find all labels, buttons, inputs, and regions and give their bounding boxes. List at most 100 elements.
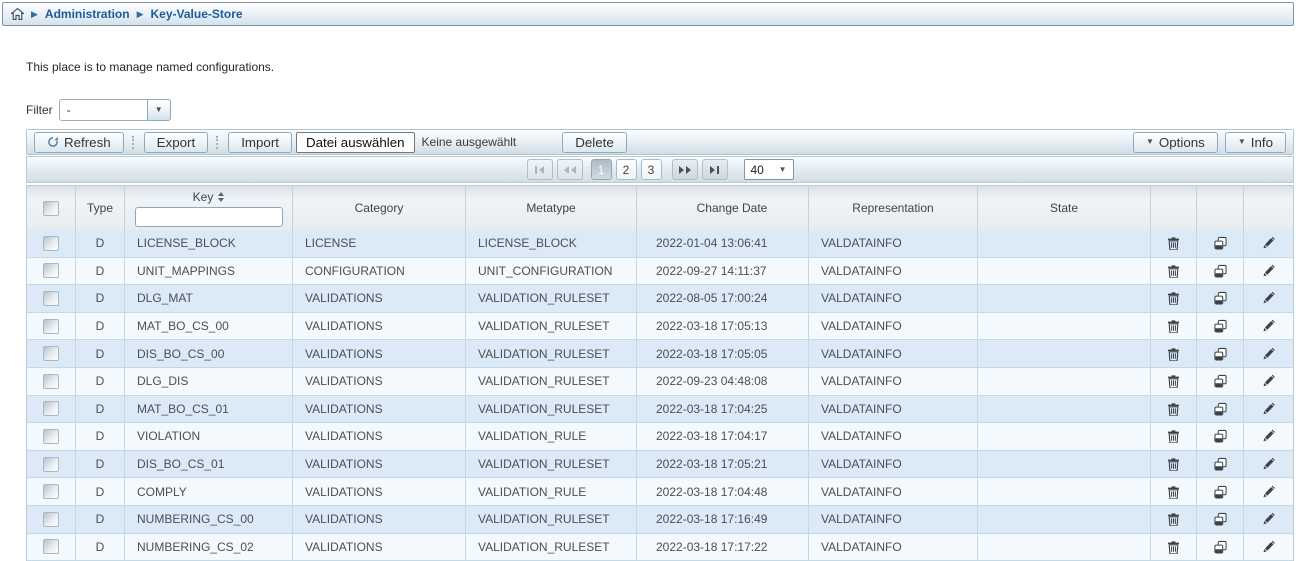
row-checkbox[interactable] bbox=[43, 374, 59, 389]
filter-dropdown-button[interactable]: ▼ bbox=[147, 99, 171, 121]
cell-state bbox=[978, 285, 1151, 312]
next-page-button[interactable] bbox=[672, 159, 698, 180]
trash-icon bbox=[1167, 291, 1180, 305]
cell-type: D bbox=[76, 396, 125, 423]
edit-row-button[interactable] bbox=[1244, 313, 1293, 340]
info-menu-button[interactable]: ▼ Info bbox=[1225, 132, 1286, 153]
delete-row-button[interactable] bbox=[1151, 478, 1197, 505]
row-checkbox[interactable] bbox=[43, 484, 59, 499]
pencil-icon bbox=[1262, 319, 1275, 333]
copy-row-button[interactable] bbox=[1197, 258, 1244, 285]
row-checkbox[interactable] bbox=[43, 401, 59, 416]
delete-row-button[interactable] bbox=[1151, 423, 1197, 450]
edit-row-button[interactable] bbox=[1244, 451, 1293, 478]
row-select-cell bbox=[27, 340, 76, 367]
pencil-icon bbox=[1262, 512, 1275, 526]
delete-row-button[interactable] bbox=[1151, 313, 1197, 340]
copy-row-button[interactable] bbox=[1197, 396, 1244, 423]
edit-row-button[interactable] bbox=[1244, 368, 1293, 395]
home-icon[interactable] bbox=[11, 8, 24, 20]
edit-row-button[interactable] bbox=[1244, 478, 1293, 505]
copy-row-button[interactable] bbox=[1197, 340, 1244, 367]
cell-key: MAT_BO_CS_00 bbox=[125, 313, 293, 340]
cell-category: VALIDATIONS bbox=[293, 285, 466, 312]
cell-metatype: VALIDATION_RULE bbox=[466, 478, 637, 505]
breadcrumb-arrow-icon: ▶ bbox=[31, 10, 38, 19]
table-row: D COMPLY VALIDATIONS VALIDATION_RULE 202… bbox=[27, 478, 1293, 506]
row-checkbox[interactable] bbox=[43, 236, 59, 251]
options-menu-button[interactable]: ▼ Options bbox=[1133, 132, 1218, 153]
copy-icon bbox=[1214, 374, 1227, 388]
import-button[interactable]: Import bbox=[228, 132, 292, 153]
key-filter-input[interactable] bbox=[135, 207, 283, 227]
delete-row-button[interactable] bbox=[1151, 285, 1197, 312]
row-checkbox[interactable] bbox=[43, 346, 59, 361]
row-checkbox[interactable] bbox=[43, 263, 59, 278]
cell-representation: VALDATAINFO bbox=[809, 258, 978, 285]
edit-row-button[interactable] bbox=[1244, 258, 1293, 285]
row-checkbox[interactable] bbox=[43, 291, 59, 306]
delete-row-button[interactable] bbox=[1151, 396, 1197, 423]
filter-dropdown[interactable]: - ▼ bbox=[59, 99, 171, 121]
export-button[interactable]: Export bbox=[144, 132, 209, 153]
toolbar-separator bbox=[216, 136, 220, 149]
delete-row-button[interactable] bbox=[1151, 230, 1197, 257]
row-checkbox[interactable] bbox=[43, 539, 59, 554]
file-choose-button[interactable]: Datei auswählen bbox=[296, 132, 415, 153]
header-key-label[interactable]: Key bbox=[193, 190, 214, 204]
refresh-button[interactable]: Refresh bbox=[34, 132, 124, 153]
filter-dropdown-value: - bbox=[59, 99, 147, 121]
breadcrumb-link-key-value-store[interactable]: Key-Value-Store bbox=[151, 7, 243, 21]
delete-row-button[interactable] bbox=[1151, 258, 1197, 285]
delete-row-button[interactable] bbox=[1151, 368, 1197, 395]
page-button-2[interactable]: 2 bbox=[616, 159, 637, 180]
row-checkbox[interactable] bbox=[43, 429, 59, 444]
row-select-cell bbox=[27, 313, 76, 340]
copy-row-button[interactable] bbox=[1197, 534, 1244, 561]
cell-type: D bbox=[76, 534, 125, 561]
copy-row-button[interactable] bbox=[1197, 423, 1244, 450]
copy-row-button[interactable] bbox=[1197, 368, 1244, 395]
row-checkbox[interactable] bbox=[43, 319, 59, 334]
cell-change-date: 2022-03-18 17:04:17 bbox=[637, 423, 809, 450]
cell-change-date: 2022-03-18 17:04:25 bbox=[637, 396, 809, 423]
edit-row-button[interactable] bbox=[1244, 285, 1293, 312]
delete-row-button[interactable] bbox=[1151, 340, 1197, 367]
cell-key: VIOLATION bbox=[125, 423, 293, 450]
delete-button[interactable]: Delete bbox=[562, 132, 627, 153]
copy-row-button[interactable] bbox=[1197, 506, 1244, 533]
copy-row-button[interactable] bbox=[1197, 285, 1244, 312]
row-checkbox[interactable] bbox=[43, 457, 59, 472]
previous-page-button[interactable] bbox=[557, 159, 583, 180]
last-page-button[interactable] bbox=[702, 159, 728, 180]
copy-row-button[interactable] bbox=[1197, 478, 1244, 505]
header-type: Type bbox=[76, 186, 125, 230]
row-checkbox[interactable] bbox=[43, 512, 59, 527]
edit-row-button[interactable] bbox=[1244, 506, 1293, 533]
edit-row-button[interactable] bbox=[1244, 423, 1293, 450]
select-all-checkbox[interactable] bbox=[43, 201, 59, 216]
copy-row-button[interactable] bbox=[1197, 451, 1244, 478]
delete-row-button[interactable] bbox=[1151, 534, 1197, 561]
cell-type: D bbox=[76, 285, 125, 312]
cell-metatype: VALIDATION_RULESET bbox=[466, 340, 637, 367]
copy-icon bbox=[1214, 429, 1227, 443]
cell-metatype: VALIDATION_RULESET bbox=[466, 285, 637, 312]
edit-row-button[interactable] bbox=[1244, 534, 1293, 561]
page-button-3[interactable]: 3 bbox=[641, 159, 662, 180]
edit-row-button[interactable] bbox=[1244, 230, 1293, 257]
cell-category: VALIDATIONS bbox=[293, 368, 466, 395]
edit-row-button[interactable] bbox=[1244, 396, 1293, 423]
delete-row-button[interactable] bbox=[1151, 506, 1197, 533]
copy-row-button[interactable] bbox=[1197, 313, 1244, 340]
sort-icon[interactable] bbox=[218, 192, 224, 202]
header-change-date-label: Change Date bbox=[697, 201, 768, 215]
first-page-button[interactable] bbox=[527, 159, 553, 180]
first-page-icon bbox=[539, 166, 544, 174]
edit-row-button[interactable] bbox=[1244, 340, 1293, 367]
page-button-1[interactable]: 1 bbox=[591, 159, 612, 180]
page-size-select[interactable]: 40 ▼ bbox=[744, 159, 794, 180]
breadcrumb-link-administration[interactable]: Administration bbox=[45, 7, 130, 21]
delete-row-button[interactable] bbox=[1151, 451, 1197, 478]
copy-row-button[interactable] bbox=[1197, 230, 1244, 257]
